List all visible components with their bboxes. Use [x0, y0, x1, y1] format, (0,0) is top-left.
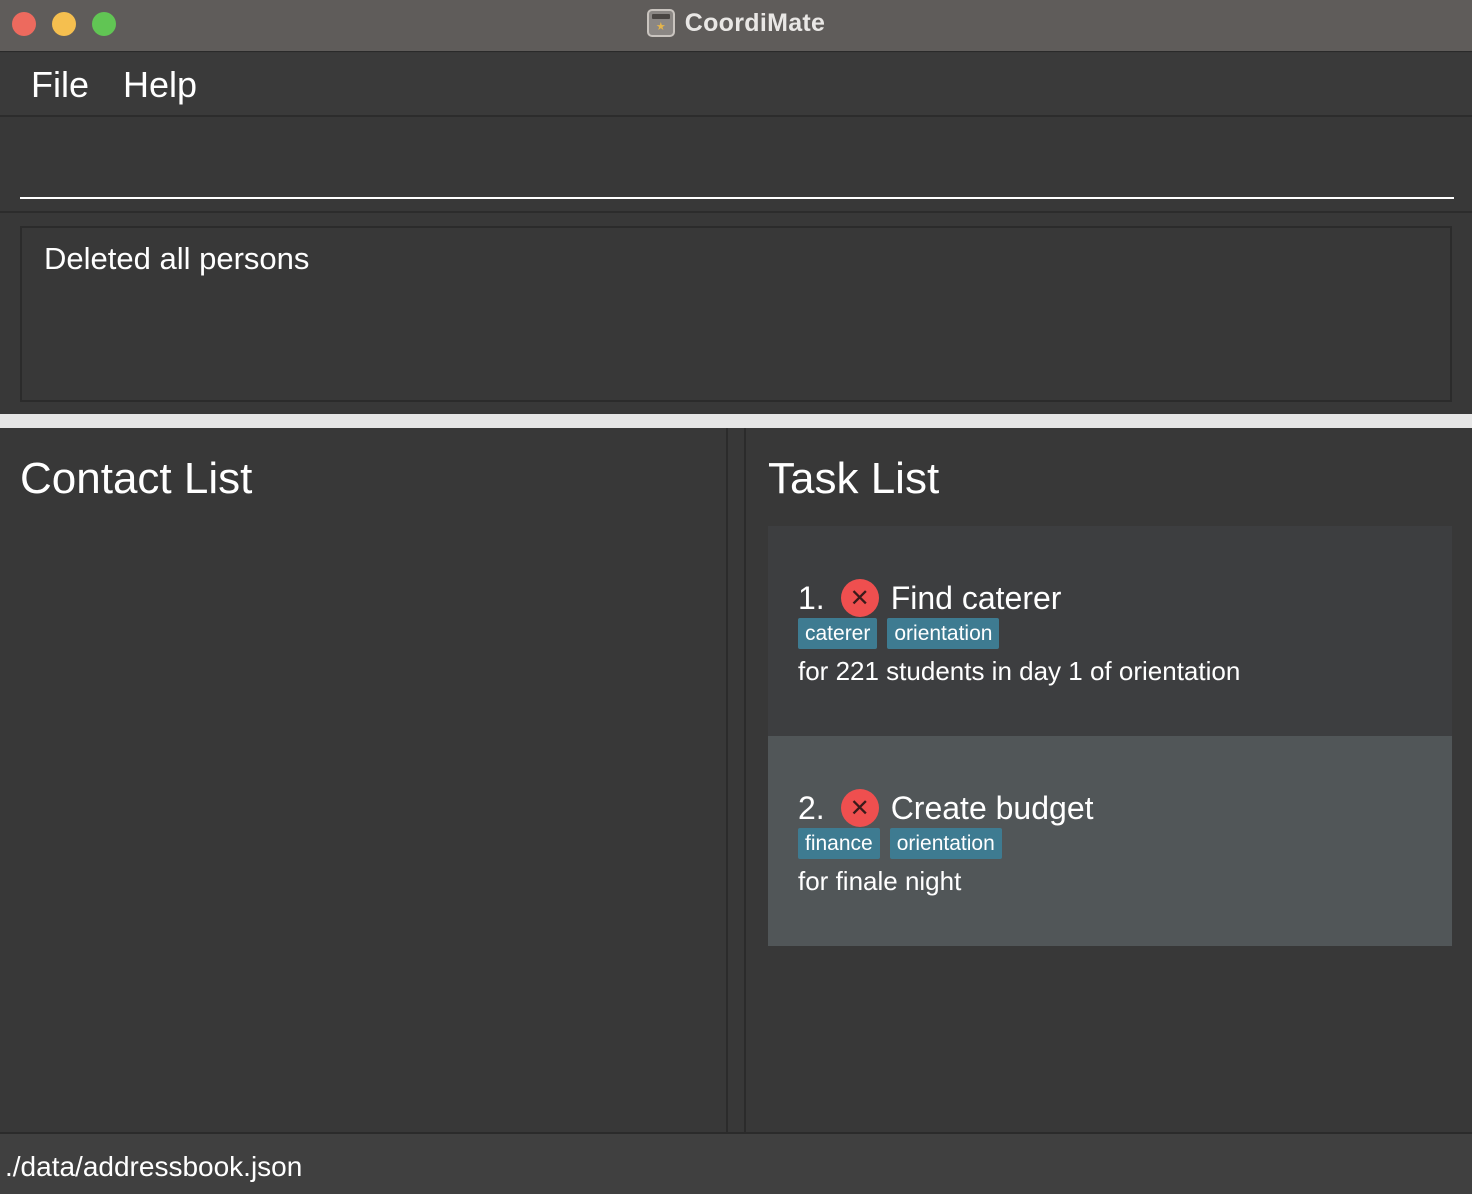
list-panels: Contact List Task List 1. ✕ Find caterer…	[0, 428, 1472, 1132]
contact-list-title: Contact List	[20, 454, 253, 503]
task-header: 1. ✕ Find caterer	[798, 576, 1061, 620]
calendar-icon	[646, 9, 675, 37]
result-display: Deleted all persons	[20, 226, 1452, 402]
task-list: 1. ✕ Find caterer caterer orientation fo…	[768, 526, 1452, 946]
app-window: CoordiMate File Help Deleted all persons…	[0, 0, 1472, 1194]
title-bar: CoordiMate	[0, 0, 1472, 52]
status-bar: ./data/addressbook.json	[0, 1132, 1472, 1194]
split-pane-divider[interactable]	[728, 428, 746, 1132]
task-list-title: Task List	[768, 454, 940, 503]
tag-label: caterer	[798, 618, 878, 649]
not-done-icon: ✕	[840, 579, 879, 617]
task-tags: caterer orientation	[798, 618, 1000, 649]
pane-divider[interactable]	[0, 414, 1472, 428]
window-title: CoordiMate	[684, 8, 826, 37]
not-done-icon: ✕	[840, 789, 879, 827]
menu-file[interactable]: File	[31, 64, 89, 106]
save-file-path: ./data/addressbook.json	[5, 1151, 303, 1182]
command-box	[0, 119, 1472, 213]
task-name: Create budget	[890, 789, 1094, 826]
tag-label: orientation	[887, 618, 1000, 649]
task-tags: finance orientation	[798, 828, 1002, 859]
task-list-panel: Task List 1. ✕ Find caterer caterer orie…	[748, 428, 1472, 1132]
result-message: Deleted all persons	[44, 241, 310, 276]
result-display-area: Deleted all persons	[0, 215, 1472, 414]
task-header: 2. ✕ Create budget	[798, 786, 1094, 830]
window-title-group: CoordiMate	[0, 0, 1472, 46]
menu-bar: File Help	[0, 53, 1472, 117]
tag-label: orientation	[889, 828, 1002, 859]
task-description: for finale night	[798, 866, 962, 896]
command-input[interactable]	[20, 139, 1454, 199]
task-index: 2.	[798, 789, 825, 826]
task-description: for 221 students in day 1 of orientation	[798, 656, 1241, 686]
contact-list-panel: Contact List	[0, 428, 728, 1132]
task-index: 1.	[798, 579, 825, 616]
task-name: Find caterer	[890, 579, 1062, 616]
menu-help[interactable]: Help	[123, 64, 197, 106]
tag-label: finance	[798, 828, 880, 859]
task-card-selected[interactable]: 2. ✕ Create budget finance orientation f…	[768, 736, 1452, 946]
task-card[interactable]: 1. ✕ Find caterer caterer orientation fo…	[768, 526, 1452, 736]
